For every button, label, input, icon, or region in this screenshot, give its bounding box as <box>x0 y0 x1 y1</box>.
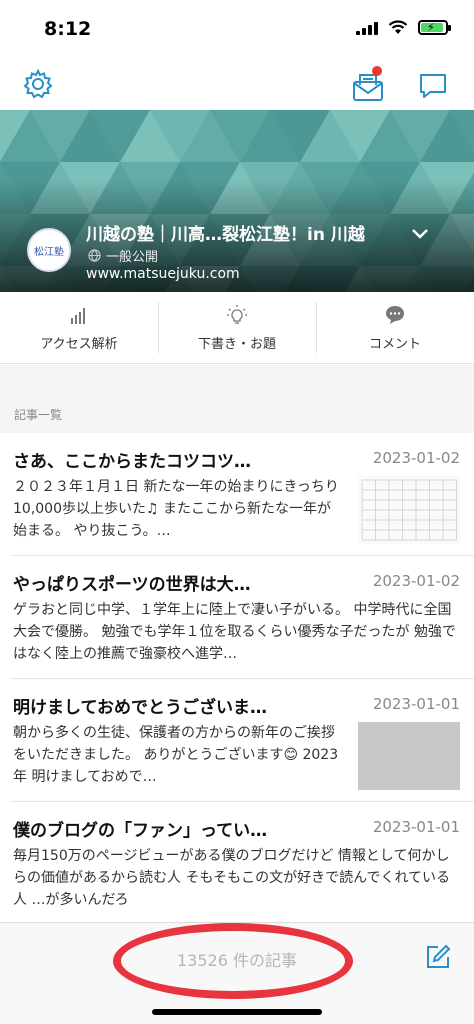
home-indicator <box>152 1009 322 1015</box>
annotation-circle <box>113 923 353 999</box>
article-excerpt: 朝から多くの生徒、保護者の方からの新年のご挨拶をいただきました。 ありがとうござ… <box>13 725 339 785</box>
list-item[interactable]: 僕のブログの「ファン」ってい… 2023-01-01 毎月150万のページビュー… <box>0 802 474 925</box>
comments-label: コメント <box>368 336 421 352</box>
article-date: 2023-01-02 <box>372 449 460 467</box>
list-item[interactable]: やっぱりスポーツの世界は大… 2023-01-02 ゲラおと同じ中学、１学年上に… <box>0 556 474 679</box>
visibility-status: 一般公開 <box>88 246 158 265</box>
bottom-bar: 13526 件の記事 <box>0 922 474 1024</box>
blog-title: 川越の塾｜川高…裂松江塾！in 川越 <box>86 225 365 245</box>
article-title: さあ、ここからまたコツコツ… <box>13 452 251 472</box>
article-thumbnail <box>358 476 460 544</box>
drafts-label: 下書き・お題 <box>197 336 276 352</box>
wifi-icon <box>388 20 408 34</box>
bar-chart-icon <box>71 307 85 324</box>
avatar: 松江塾 <box>27 228 71 272</box>
speech-bubble-icon <box>386 305 404 324</box>
article-title: 僕のブログの「ファン」ってい… <box>13 821 268 841</box>
article-excerpt: ２０２３年１月１日 新たな一年の始まりにきっちり10,000歩以上歩いた♫ また… <box>13 479 339 539</box>
article-title: 明けましておめでとうございま… <box>13 698 267 718</box>
article-date: 2023-01-01 <box>372 818 460 836</box>
notification-badge <box>372 66 382 76</box>
comments-button[interactable]: コメント <box>316 292 474 363</box>
blog-header[interactable]: 松江塾 川越の塾｜川高…裂松江塾！in 川越 一般公開 www.matsueju… <box>0 110 474 292</box>
gear-icon[interactable] <box>22 68 54 100</box>
article-list: さあ、ここからまたコツコツ… 2023-01-02 ２０２３年１月１日 新たな一… <box>0 433 474 925</box>
signal-icon <box>356 21 378 35</box>
article-excerpt: 毎月150万のページビューがある僕のブログだけど 情報として何かしらの価値がある… <box>13 848 451 908</box>
action-bar: アクセス解析 下書き・お題 コメント <box>0 292 474 364</box>
access-analytics-button[interactable]: アクセス解析 <box>0 292 158 363</box>
chevron-down-icon[interactable] <box>410 223 430 243</box>
article-date: 2023-01-01 <box>372 695 460 713</box>
top-toolbar <box>0 58 474 110</box>
globe-icon <box>88 249 101 262</box>
section-label: 記事一覧 <box>14 408 63 422</box>
section-gap <box>0 365 474 433</box>
battery-icon: ⚡ <box>418 20 451 35</box>
list-item[interactable]: さあ、ここからまたコツコツ… 2023-01-02 ２０２３年１月１日 新たな一… <box>0 433 474 556</box>
status-icons: ⚡ <box>356 20 451 35</box>
article-date: 2023-01-02 <box>372 572 460 590</box>
article-thumbnail <box>358 722 460 790</box>
list-item[interactable]: 明けましておめでとうございま… 2023-01-01 朝から多くの生徒、保護者の… <box>0 679 474 802</box>
access-analytics-label: アクセス解析 <box>40 336 118 352</box>
status-time: 8:12 <box>44 18 92 40</box>
blog-url[interactable]: www.matsuejuku.com <box>86 266 240 282</box>
article-title: やっぱりスポーツの世界は大… <box>13 575 251 595</box>
visibility-label: 一般公開 <box>106 250 159 265</box>
article-excerpt: ゲラおと同じ中学、１学年上に陸上で凄い子がいる。 中学時代に全国大会で優勝。 勉… <box>13 602 456 662</box>
status-bar: 8:12 ⚡ <box>0 0 474 58</box>
drafts-button[interactable]: 下書き・お題 <box>158 292 316 363</box>
speech-bubble-icon[interactable] <box>418 72 448 100</box>
compose-icon[interactable] <box>424 943 452 971</box>
lightbulb-icon <box>227 304 247 324</box>
